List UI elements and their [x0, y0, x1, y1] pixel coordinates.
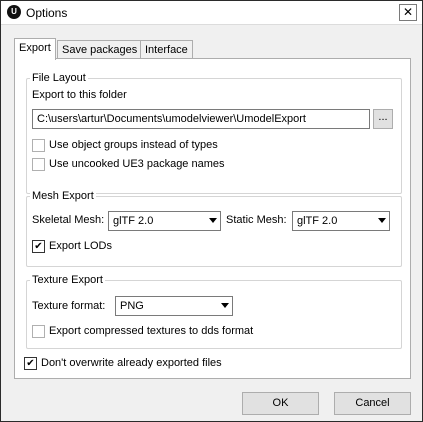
uncooked-names-checkbox[interactable] — [32, 158, 45, 171]
tab-export[interactable]: Export — [14, 38, 56, 60]
file-layout-group: File Layout Export to this folder C:\use… — [26, 72, 402, 194]
dont-overwrite-label: Don't overwrite already exported files — [41, 357, 222, 369]
options-window: U Options ✕ Export Save packages Interfa… — [0, 0, 423, 422]
export-folder-input[interactable]: C:\users\artur\Documents\umodelviewer\Um… — [32, 109, 370, 129]
file-layout-title: File Layout — [30, 72, 88, 84]
unreal-logo-icon: U — [7, 5, 21, 19]
texture-export-title: Texture Export — [30, 274, 105, 286]
tab-interface[interactable]: Interface — [140, 40, 193, 59]
skeletal-mesh-value: glTF 2.0 — [113, 215, 154, 227]
chevron-down-icon — [209, 218, 217, 223]
export-lods-checkbox[interactable]: ✔ — [32, 240, 45, 253]
compressed-dds-checkbox[interactable] — [32, 325, 45, 338]
static-mesh-value: glTF 2.0 — [297, 215, 338, 227]
browse-folder-button[interactable]: ... — [373, 109, 393, 129]
ok-button[interactable]: OK — [242, 392, 319, 415]
texture-export-group: Texture Export Texture format: PNG Expor… — [26, 274, 402, 349]
close-icon: ✕ — [402, 5, 414, 19]
title-bar[interactable]: U Options ✕ — [1, 1, 422, 25]
texture-format-select[interactable]: PNG — [115, 296, 233, 316]
uncooked-names-label: Use uncooked UE3 package names — [49, 158, 225, 170]
dont-overwrite-checkbox[interactable]: ✔ — [24, 357, 37, 370]
texture-format-value: PNG — [120, 300, 144, 312]
window-title: Options — [26, 6, 68, 20]
chevron-down-icon — [378, 218, 386, 223]
export-folder-label: Export to this folder — [32, 89, 127, 101]
mesh-export-title: Mesh Export — [30, 190, 96, 202]
tab-save-packages[interactable]: Save packages — [57, 40, 143, 59]
texture-format-label: Texture format: — [32, 300, 106, 312]
close-button[interactable]: ✕ — [399, 4, 417, 21]
mesh-export-group: Mesh Export Skeletal Mesh: glTF 2.0 Stat… — [26, 190, 402, 267]
use-groups-checkbox[interactable] — [32, 139, 45, 152]
static-mesh-select[interactable]: glTF 2.0 — [292, 211, 390, 231]
static-mesh-label: Static Mesh: — [226, 214, 287, 226]
use-groups-label: Use object groups instead of types — [49, 139, 218, 151]
skeletal-mesh-select[interactable]: glTF 2.0 — [108, 211, 221, 231]
export-lods-label: Export LODs — [49, 240, 112, 252]
skeletal-mesh-label: Skeletal Mesh: — [32, 214, 105, 226]
export-tab-panel: File Layout Export to this folder C:\use… — [14, 58, 411, 379]
chevron-down-icon — [221, 303, 229, 308]
cancel-button[interactable]: Cancel — [334, 392, 411, 415]
compressed-dds-label: Export compressed textures to dds format — [49, 325, 254, 337]
